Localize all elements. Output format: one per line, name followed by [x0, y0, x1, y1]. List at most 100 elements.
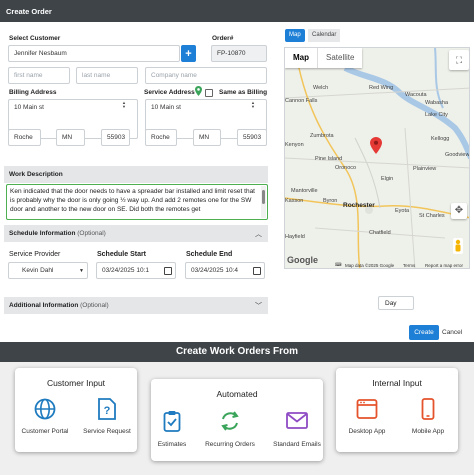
mobile-phone-icon	[421, 398, 435, 420]
service-provider-select[interactable]: Kevin Dahl	[8, 262, 88, 279]
card-title: Automated	[216, 389, 258, 399]
same-as-billing-label: Same as Billing	[219, 89, 268, 96]
chevron-down-icon[interactable]: ﹀	[255, 301, 262, 311]
town-label: Hayfield	[285, 234, 305, 240]
town-label: St Charles	[419, 213, 445, 219]
calendar-icon[interactable]	[164, 267, 172, 275]
town-label: Rochester	[343, 202, 375, 209]
town-label: Wacouta	[405, 92, 427, 98]
billing-state-field[interactable]: MN	[56, 129, 85, 146]
schedule-end-label: Schedule End	[186, 251, 233, 258]
town-label: Red Wing	[369, 85, 394, 91]
service-state-field[interactable]: MN	[193, 129, 221, 146]
town-label: Plainview	[413, 166, 437, 172]
internal-input-card: Internal Input Desktop App Mobile App	[336, 368, 458, 452]
svg-text:?: ?	[104, 405, 111, 417]
automated-card: Automated Estimates Recurring Orders Sta…	[151, 379, 323, 461]
keyboard-shortcuts-icon[interactable]: ⌨	[335, 262, 342, 268]
town-label: Lake City	[425, 112, 448, 118]
map-data-attribution: Map data ©2025 Google	[345, 263, 395, 268]
window-title: Create Order	[0, 0, 474, 22]
map-type-control[interactable]: Map Satellite	[285, 48, 363, 68]
add-customer-button[interactable]: +	[181, 45, 196, 62]
create-button[interactable]: Create	[409, 325, 439, 340]
billing-zip-field[interactable]: 55903	[101, 129, 130, 146]
map-terms-link[interactable]: Terms	[403, 263, 415, 268]
additional-header-optional: (Optional)	[80, 302, 109, 309]
work-orders-sources-panel: Create Work Orders From Customer Input C…	[0, 342, 474, 475]
schedule-section-header[interactable]: Schedule Information (Optional) ︿	[4, 225, 268, 242]
town-label: Oronoco	[335, 165, 357, 171]
clipboard-check-icon	[163, 411, 181, 432]
desktop-app-icon	[356, 399, 378, 419]
town-label: Cannon Falls	[285, 98, 318, 104]
billing-street-spinner[interactable]: ▲ ▼	[121, 101, 127, 109]
tile-caption: Mobile App	[411, 428, 445, 435]
card-title: Customer Input	[46, 378, 106, 388]
card-title: Internal Input	[372, 378, 422, 388]
service-zip-field[interactable]: 55903	[237, 129, 267, 146]
customer-input-card: Customer Input Customer Portal ? Service…	[15, 368, 137, 452]
town-label: Welch	[313, 85, 329, 91]
town-label: Kasson	[285, 198, 304, 204]
work-orders-title: Create Work Orders From	[0, 342, 474, 362]
company-name-field[interactable]: Company name	[145, 67, 267, 84]
town-label: Kenyon	[285, 142, 304, 148]
location-pin-icon[interactable]	[195, 86, 202, 96]
fullscreen-icon[interactable]: ⛶	[449, 50, 469, 70]
additional-info-header[interactable]: Additional Information (Optional) ﹀	[4, 297, 268, 314]
globe-icon	[34, 398, 56, 420]
schedule-start-label: Schedule Start	[97, 251, 147, 258]
schedule-header-title: Schedule Information	[9, 230, 76, 237]
work-description-textarea[interactable]: Ken indicated that the door needs to hav…	[6, 184, 268, 220]
order-number-field: FP-10870	[211, 45, 267, 62]
additional-header-title: Additional Information	[9, 302, 79, 309]
town-label: Pine Island	[315, 156, 343, 162]
map-type-satellite-button[interactable]: Satellite	[317, 48, 362, 68]
chevron-up-icon[interactable]: ︿	[255, 229, 262, 239]
town-label: Chatfield	[369, 230, 391, 236]
calendar-view-select[interactable]: Day	[378, 296, 414, 310]
chevron-down-icon: ▼	[79, 268, 84, 274]
map-type-map-button[interactable]: Map	[285, 48, 317, 68]
last-name-field[interactable]: last name	[76, 67, 138, 84]
street-view-pegman-icon[interactable]	[453, 238, 463, 254]
work-description-title: Work Description	[9, 171, 63, 178]
description-scrollbar[interactable]	[261, 186, 266, 218]
location-marker-icon[interactable]	[370, 137, 382, 154]
tab-map[interactable]: Map	[285, 29, 305, 42]
tile-caption: Customer Portal	[21, 428, 69, 435]
schedule-header-optional: (Optional)	[77, 230, 106, 237]
tab-calendar[interactable]: Calendar	[308, 29, 341, 42]
recurring-arrows-icon	[221, 411, 239, 431]
service-street-spinner[interactable]: ▲ ▼	[250, 101, 256, 109]
service-provider-value: Kevin Dahl	[22, 267, 54, 274]
billing-city-field[interactable]: Roche	[8, 129, 41, 146]
town-label: Mantorville	[291, 188, 318, 194]
town-label: Wabasha	[425, 100, 449, 106]
tile-caption: Recurring Orders	[205, 441, 255, 448]
first-name-field[interactable]: first name	[8, 67, 70, 84]
service-address-label: Service Address	[144, 89, 195, 96]
same-as-billing-checkbox[interactable]	[205, 89, 213, 97]
pan-control-icon[interactable]: ✥	[451, 203, 467, 219]
tile-caption: Standard Emails	[273, 441, 321, 448]
town-label: Byron	[323, 198, 338, 204]
calendar-icon[interactable]	[253, 267, 261, 275]
town-label: Eyota	[395, 208, 410, 214]
customer-field[interactable]: Jennifer Nesbaum	[8, 45, 180, 62]
envelope-icon	[286, 412, 308, 429]
billing-address-label: Billing Address	[9, 89, 57, 96]
order-number-label: Order#	[212, 35, 234, 42]
town-label: Zumbrota	[310, 133, 334, 139]
cancel-button[interactable]: Cancel	[442, 329, 462, 336]
report-map-error-link[interactable]: Report a map error	[425, 263, 463, 268]
select-customer-label: Select Customer	[9, 35, 61, 42]
google-logo: Google	[287, 255, 318, 265]
service-city-field[interactable]: Roche	[145, 129, 177, 146]
tile-caption: Service Request	[83, 428, 131, 435]
map-view[interactable]: Map Satellite ⛶ Welch Red Wing Wacouta C…	[284, 47, 470, 269]
town-label: Goodview	[445, 152, 470, 158]
request-document-icon: ?	[98, 398, 116, 420]
service-provider-label: Service Provider	[9, 251, 61, 258]
